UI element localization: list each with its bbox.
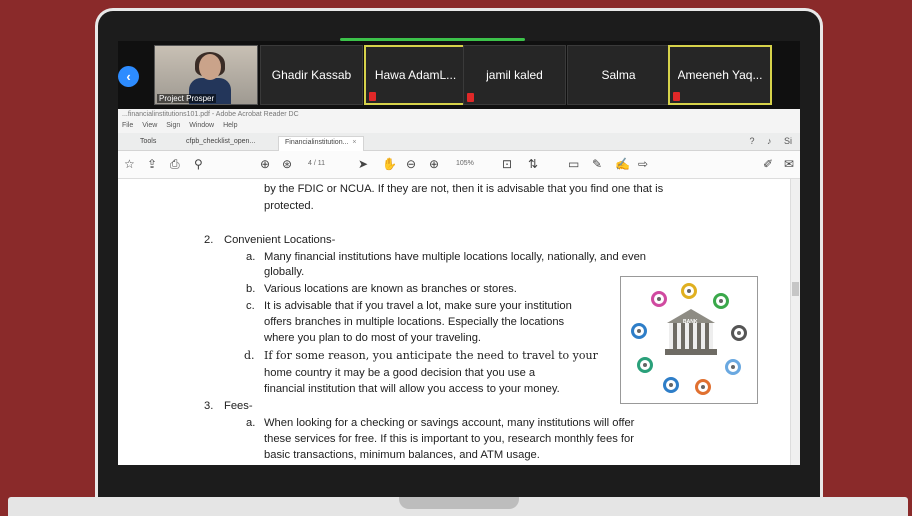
doc-line: Many financial institutions have multipl… [264,251,647,263]
toolbar: ☆ ⇪ ⎙ ⚲ ⊕ ⊛ 4 / 11 ➤ ✋ ⊖ ⊕ 105% ⊡ ⇅ ▭ ✎ … [118,151,800,179]
list-letter: a. [246,251,256,263]
star-icon[interactable]: ☆ [124,157,135,171]
doc-line: It is advisable that if you travel a lot… [264,300,572,312]
doc-line: basic transactions, minimum balances, an… [264,449,540,461]
menu-file[interactable]: File [122,122,133,129]
bank-illustration: BANK [620,276,758,404]
coin-icon [651,291,667,307]
bank-base [665,349,717,355]
menu-help[interactable]: Help [223,122,237,129]
section-heading: Convenient Locations- [224,234,336,246]
pdf-page: by the FDIC or NCUA. If they are not, th… [118,179,790,465]
list-letter: d. [244,349,255,362]
close-icon[interactable]: × [352,139,356,146]
coin-icon [663,377,679,393]
menu-view[interactable]: View [142,122,157,129]
vertical-scrollbar[interactable] [790,179,800,465]
doc-line: home country it may be a good decision t… [264,367,536,379]
print-icon[interactable]: ⎙ [170,157,180,172]
tab-label: Financialinstitution... [285,139,349,146]
doc-line: If for some reason, you anticipate the n… [264,349,598,362]
scrollbar-thumb[interactable] [792,282,799,296]
doc-line: protected. [264,200,314,212]
list-number: 3. [204,400,214,412]
self-video-tile[interactable]: Project Prosper [154,45,258,105]
doc-line: where you plan to do most of your travel… [264,332,482,344]
zoom-gallery-strip: ‹ Project Prosper Ghadir Kassab Hawa Ada… [118,41,800,109]
upload-icon[interactable]: ⇪ [147,157,157,171]
share-icon[interactable]: ⇨ [638,157,648,171]
menu-bar: File View Sign Window Help [118,121,800,133]
doc-line: Various locations are known as branches … [264,283,517,295]
mic-muted-icon [673,92,680,101]
coin-icon [681,283,697,299]
menu-sign[interactable]: Sign [166,122,180,129]
coin-icon [725,359,741,375]
tab-financial-institutions[interactable]: Financialinstitution... × [278,136,364,151]
gallery-back-button[interactable]: ‹ [118,66,139,87]
tab-tools[interactable]: Tools [134,136,162,151]
zoom-in-icon[interactable]: ⊕ [429,157,439,171]
doc-line: these services for free. If this is impo… [264,433,634,445]
menu-window[interactable]: Window [189,122,214,129]
fit-page-icon[interactable]: ⊡ [502,157,512,171]
participant-tile[interactable]: Ghadir Kassab [260,45,363,105]
participant-name: Ameeneh Yaq... [677,68,763,82]
mic-muted-icon [467,93,474,102]
next-page-icon[interactable]: ⊛ [282,157,292,171]
edit-icon[interactable]: ✐ [763,157,773,171]
coin-icon [631,323,647,339]
coin-icon [695,379,711,395]
bell-icon[interactable]: ♪ [767,136,772,146]
doc-line: globally. [264,266,305,278]
list-letter: c. [246,300,255,312]
bank-icon [669,323,713,349]
mail-icon[interactable]: ✉ [784,157,794,171]
participant-tile[interactable]: jamil kaled [463,45,566,105]
self-name-label: Project Prosper [157,94,217,103]
coin-icon [637,357,653,373]
doc-line: financial institution that will allow yo… [264,383,560,395]
section-heading: Fees- [224,400,253,412]
comment-icon[interactable]: ▭ [568,157,579,171]
search-icon[interactable]: ⚲ [194,157,203,171]
participant-name: Salma [601,68,636,82]
page-indicator[interactable]: 4 / 11 [308,160,325,167]
tab-bar: Tools cfpb_checklist_open... Financialin… [118,133,800,151]
participant-name: jamil kaled [486,68,543,82]
help-icon[interactable]: ? [749,136,754,146]
pen-icon[interactable]: ✎ [592,157,602,171]
doc-line: by the FDIC or NCUA. If they are not, th… [264,183,664,195]
list-letter: b. [246,283,256,295]
coin-icon [731,325,747,341]
zoom-out-icon[interactable]: ⊖ [406,157,416,171]
participant-tile[interactable]: Ameeneh Yaq... [668,45,772,105]
window-title: ...financialinstitutions101.pdf - Adobe … [118,109,800,121]
coin-icon [713,293,729,309]
laptop-notch [399,497,519,509]
hand-icon[interactable]: ✋ [382,157,397,171]
zoom-level[interactable]: 105% [456,160,474,167]
prev-page-icon[interactable]: ⊕ [260,157,270,171]
tab-checklist[interactable]: cfpb_checklist_open... [180,136,261,151]
list-letter: a. [246,417,256,429]
scroll-mode-icon[interactable]: ⇅ [528,157,538,171]
participant-name: Ghadir Kassab [271,68,352,82]
mic-muted-icon [369,92,376,101]
doc-line: When looking for a checking or savings a… [264,417,635,429]
sign-icon[interactable]: ✍ [615,157,630,171]
screen: ‹ Project Prosper Ghadir Kassab Hawa Ada… [118,41,800,465]
header-icons: ? ♪ Si [739,136,792,146]
participant-name: Hawa AdamL... [374,68,457,82]
sign-in-icon[interactable]: Si [784,136,792,146]
participant-tile[interactable]: Hawa AdamL... [364,45,467,105]
list-number: 2. [204,234,214,246]
cursor-icon[interactable]: ➤ [358,157,368,171]
doc-line: offers branches in multiple locations. E… [264,316,565,328]
participant-tile[interactable]: Salma [567,45,670,105]
